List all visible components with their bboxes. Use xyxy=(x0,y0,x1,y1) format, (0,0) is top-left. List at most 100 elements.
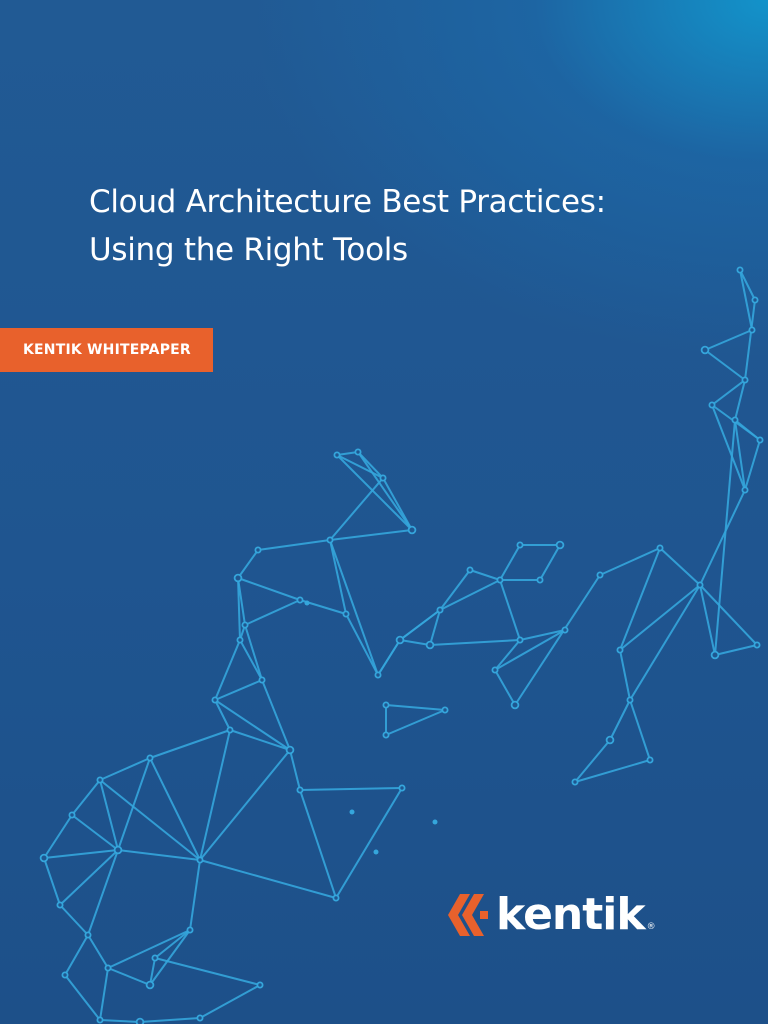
network-node xyxy=(241,621,249,629)
network-node xyxy=(56,901,64,909)
network-edge xyxy=(699,584,758,646)
network-node xyxy=(425,640,435,650)
network-edge xyxy=(739,269,753,331)
network-node xyxy=(84,931,92,939)
network-node xyxy=(96,776,104,784)
network-node xyxy=(596,571,604,579)
network-node xyxy=(196,856,204,864)
network-node xyxy=(296,596,304,604)
network-node xyxy=(326,536,334,544)
network-edge xyxy=(117,849,201,861)
network-node xyxy=(254,546,262,554)
network-node xyxy=(398,784,406,792)
network-node xyxy=(710,650,720,660)
network-node xyxy=(561,626,569,634)
network-edge xyxy=(609,699,631,741)
network-node xyxy=(510,700,520,710)
network-node xyxy=(374,671,382,679)
network-node xyxy=(555,540,565,550)
kentik-logo: kentik ® xyxy=(446,888,656,942)
network-node xyxy=(605,735,615,745)
network-node xyxy=(516,541,524,549)
kentik-wordmark: kentik xyxy=(496,889,646,940)
network-edge xyxy=(357,451,413,531)
network-edge xyxy=(385,709,446,736)
network-node xyxy=(751,296,759,304)
network-edge xyxy=(87,934,109,969)
network-node xyxy=(354,448,362,456)
title-line-1: Cloud Architecture Best Practices: xyxy=(89,184,606,220)
title-line-2: Using the Right Tools xyxy=(89,232,408,268)
network-edge xyxy=(335,787,403,899)
network-edge xyxy=(399,639,431,646)
network-edge xyxy=(237,577,301,601)
network-node xyxy=(68,811,76,819)
network-edge xyxy=(439,569,471,611)
network-node xyxy=(436,606,444,614)
network-node xyxy=(753,641,761,649)
network-node xyxy=(382,731,390,739)
network-edge xyxy=(329,477,384,541)
network-node xyxy=(491,666,499,674)
network-edge xyxy=(107,967,151,986)
network-edge xyxy=(43,814,73,859)
network-edge xyxy=(385,704,446,711)
network-edge xyxy=(704,329,753,351)
network-node xyxy=(379,474,387,482)
network-node xyxy=(516,636,524,644)
network-edge xyxy=(734,419,761,441)
network-node xyxy=(151,954,159,962)
network-node xyxy=(39,853,49,863)
network-edge xyxy=(494,669,516,706)
network-edge xyxy=(629,584,701,701)
network-edge xyxy=(377,639,401,676)
page-title: Cloud Architecture Best Practices: Using… xyxy=(89,178,729,274)
network-node xyxy=(536,576,544,584)
network-node xyxy=(146,754,154,762)
network-edge xyxy=(189,859,201,931)
network-node xyxy=(104,964,112,972)
network-node xyxy=(748,326,756,334)
network-edge xyxy=(699,584,716,656)
network-edge xyxy=(514,574,601,706)
network-edge xyxy=(704,349,746,381)
network-edge xyxy=(744,439,761,491)
network-node xyxy=(741,486,749,494)
network-edge xyxy=(43,849,119,859)
network-node xyxy=(135,1017,145,1024)
network-node xyxy=(700,345,710,355)
network-edge xyxy=(329,529,413,541)
network-node xyxy=(333,451,341,459)
network-edge xyxy=(439,579,501,611)
network-edge xyxy=(299,789,337,899)
network-node xyxy=(731,416,739,424)
network-node xyxy=(382,701,390,709)
network-node xyxy=(466,566,474,574)
network-node xyxy=(226,726,234,734)
network-node xyxy=(708,401,716,409)
network-node xyxy=(571,778,579,786)
network-node xyxy=(696,581,704,589)
network-edge xyxy=(629,699,651,761)
network-node xyxy=(342,610,350,618)
network-node xyxy=(236,636,244,644)
network-edge xyxy=(744,299,756,381)
network-node xyxy=(395,635,405,645)
network-node xyxy=(626,696,634,704)
network-node xyxy=(656,544,664,552)
registered-mark: ® xyxy=(646,922,656,932)
network-edge xyxy=(499,544,521,581)
network-edge xyxy=(149,729,231,759)
network-edge xyxy=(469,569,501,581)
network-edge xyxy=(539,544,561,581)
network-node xyxy=(211,696,219,704)
network-edge xyxy=(574,759,651,783)
network-node xyxy=(233,573,243,583)
network-node xyxy=(296,786,304,794)
network-node xyxy=(256,981,264,989)
network-edge xyxy=(64,934,89,976)
network-edge xyxy=(336,454,384,479)
network-edge xyxy=(659,547,701,586)
network-edge xyxy=(59,904,89,936)
network-dot xyxy=(349,809,355,815)
